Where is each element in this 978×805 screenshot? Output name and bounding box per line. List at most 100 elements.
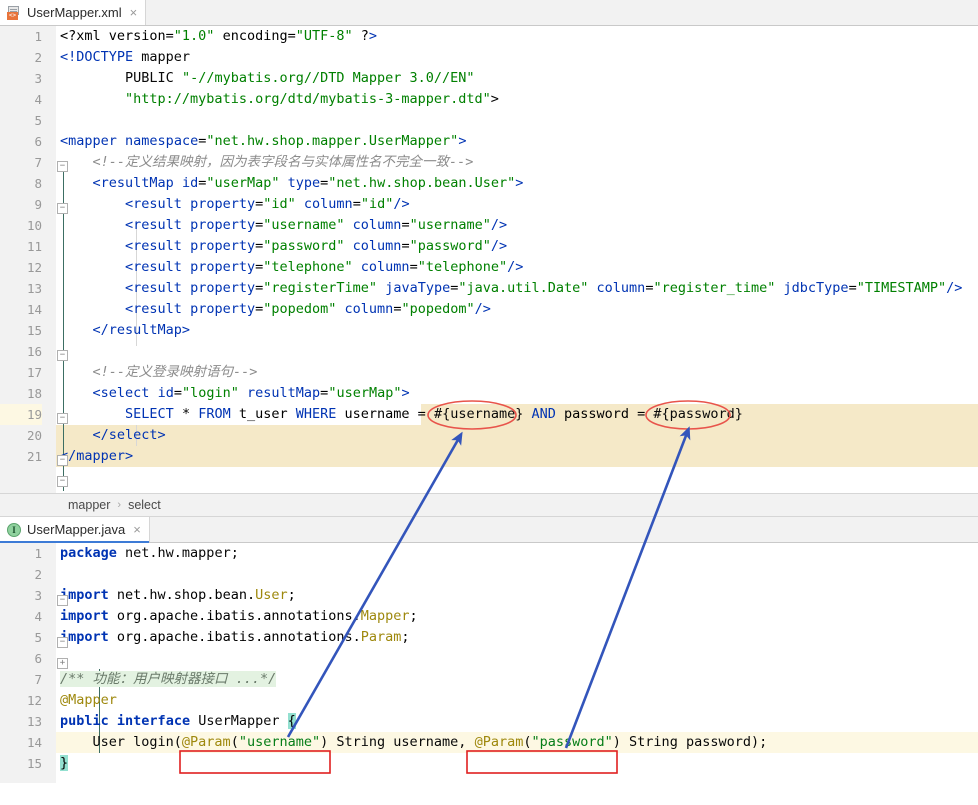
line-content: User login(@Param("username") String use… [92, 734, 768, 750]
line-number: 6 [34, 134, 42, 149]
line-number: 7 [34, 155, 42, 170]
tab-label: UserMapper.java [27, 522, 126, 537]
tab-usermapper-xml[interactable]: <> UserMapper.xml × [0, 0, 147, 25]
line-number: 5 [34, 630, 42, 645]
line-number: 4 [34, 92, 42, 107]
code-line[interactable]: 4 "http://mybatis.org/dtd/mybatis-3-mapp… [0, 89, 978, 110]
line-content: <?xml version="1.0" encoding="UTF-8" ?> [60, 28, 378, 44]
code-line[interactable]: 6 <mapper namespace="net.hw.shop.mapper.U… [0, 131, 978, 152]
line-number: 15 [26, 323, 42, 338]
code-line[interactable]: 5 import org.apache.ibatis.annotations.Pa… [0, 627, 978, 648]
code-line[interactable]: 13 public interface UserMapper { [0, 711, 978, 732]
code-line[interactable]: 7 <!--定义结果映射，因为表字段名与实体属性名不完全一致--> [0, 152, 978, 173]
tab-usermapper-java[interactable]: I UserMapper.java × [0, 517, 150, 543]
breadcrumb-item-select[interactable]: select [128, 498, 161, 512]
line-content: <select id="login" resultMap="userMap"> [92, 385, 410, 401]
line-number: 17 [26, 365, 42, 380]
line-number: 19 [0, 404, 42, 425]
line-number: 7 [34, 672, 42, 687]
tab-label: UserMapper.xml [27, 5, 122, 20]
line-number: 10 [26, 218, 42, 233]
code-line[interactable]: 9 <result property="id" column="id"/> [0, 194, 978, 215]
close-icon[interactable]: × [128, 6, 138, 19]
code-line[interactable]: 3 PUBLIC "-//mybatis.org//DTD Mapper 3.0… [0, 68, 978, 89]
fold-marker-line15[interactable]: − [57, 350, 68, 361]
chevron-right-icon: › [117, 499, 122, 511]
line-number: 16 [26, 344, 42, 359]
line-content: <!--定义结果映射，因为表字段名与实体属性名不完全一致--> [60, 154, 474, 170]
code-line[interactable]: 14 <result property="popedom" column="po… [0, 299, 978, 320]
line-number: 18 [26, 386, 42, 401]
fold-marker-line8[interactable]: − [57, 203, 68, 214]
code-line[interactable]: 3 import net.hw.shop.bean.User; [0, 585, 978, 606]
line-content: <!DOCTYPE mapper [60, 49, 191, 65]
xml-code-editor[interactable]: 1 <?xml version="1.0" encoding="UTF-8" ?>… [0, 26, 978, 493]
code-line[interactable]: 19 SELECT * FROM t_user WHERE username =… [0, 404, 978, 425]
xml-lines: 1 <?xml version="1.0" encoding="UTF-8" ?>… [0, 26, 978, 467]
line-content: <result property="id" column="id"/> [125, 196, 410, 212]
line-content: </select> [92, 427, 166, 443]
code-line[interactable]: 15} [0, 753, 978, 774]
line-number: 6 [34, 651, 42, 666]
line-content: <result property="username" column="user… [125, 217, 508, 233]
code-line[interactable]: 10 <result property="username" column="u… [0, 215, 978, 236]
code-line[interactable]: 1 <?xml version="1.0" encoding="UTF-8" ?> [0, 26, 978, 47]
code-line[interactable]: 1 package net.hw.mapper; [0, 543, 978, 564]
line-number: 8 [34, 176, 42, 191]
line-number: 13 [26, 714, 42, 729]
code-line[interactable]: 6 [0, 648, 978, 669]
line-number: 3 [34, 71, 42, 86]
line-content: } [60, 755, 69, 771]
fold-marker-line20[interactable]: − [57, 455, 68, 466]
code-line[interactable]: 2 [0, 564, 978, 585]
line-number: 4 [34, 609, 42, 624]
code-line[interactable]: 12 <result property="telephone" column="… [0, 257, 978, 278]
code-line[interactable]: 11 <result property="password" column="p… [0, 236, 978, 257]
line-content: </resultMap> [92, 322, 191, 338]
line-content: package net.hw.mapper; [60, 545, 239, 561]
close-icon[interactable]: × [131, 523, 141, 536]
java-interface-icon: I [7, 522, 21, 537]
code-line[interactable]: 15 </resultMap> [0, 320, 978, 341]
line-content: PUBLIC "-//mybatis.org//DTD Mapper 3.0//… [125, 70, 475, 86]
line-content: <mapper namespace="net.hw.shop.mapper.Us… [60, 133, 467, 149]
line-number: 20 [26, 428, 42, 443]
code-line[interactable]: 13 <result property="registerTime" javaT… [0, 278, 978, 299]
line-number: 11 [26, 239, 42, 254]
code-line[interactable]: 20 </select> [0, 425, 978, 446]
line-number: 14 [26, 302, 42, 317]
line-number: 15 [26, 756, 42, 771]
java-lines: 1 package net.hw.mapper; 2 3 import net.hw.s… [0, 543, 978, 774]
line-content: "http://mybatis.org/dtd/mybatis-3-mapper… [125, 91, 499, 107]
code-line[interactable]: 12 @Mapper [0, 690, 978, 711]
line-content: <result property="registerTime" javaType… [125, 280, 963, 296]
fold-marker-import-start[interactable]: − [57, 595, 68, 606]
fold-marker-javadoc[interactable]: + [57, 658, 68, 669]
code-line[interactable]: 18 <select id="login" resultMap="userMap… [0, 383, 978, 404]
fold-marker-line18[interactable]: − [57, 413, 68, 424]
code-line[interactable]: 7 /** 功能：用户映射器接口 ...*/ [0, 669, 978, 690]
code-line[interactable]: 17 <!--定义登录映射语句--> [0, 362, 978, 383]
breadcrumb-item-mapper[interactable]: mapper [68, 498, 110, 512]
code-line[interactable]: 4 import org.apache.ibatis.annotations.Ma… [0, 606, 978, 627]
line-number: 13 [26, 281, 42, 296]
line-number: 12 [26, 260, 42, 275]
line-content: SELECT * FROM t_user WHERE username = #{… [125, 406, 743, 422]
code-line[interactable]: 8 <resultMap id="userMap" type="net.hw.s… [0, 173, 978, 194]
code-line[interactable]: 16 [0, 341, 978, 362]
line-content: <result property="telephone" column="tel… [125, 259, 524, 275]
line-content: <result property="password" column="pass… [125, 238, 508, 254]
fold-marker-import-end[interactable]: − [57, 637, 68, 648]
fold-marker-line6[interactable]: − [57, 161, 68, 172]
code-line[interactable]: 21 </mapper> [0, 446, 978, 467]
java-tab-bar: I UserMapper.java × [0, 517, 978, 543]
code-line[interactable]: 2 <!DOCTYPE mapper [0, 47, 978, 68]
code-line[interactable]: 5 [0, 110, 978, 131]
line-number: 21 [26, 449, 42, 464]
line-number: 9 [34, 197, 42, 212]
java-code-editor[interactable]: 1 package net.hw.mapper; 2 3 import net.hw.s… [0, 543, 978, 783]
line-content: /** 功能：用户映射器接口 ...*/ [60, 671, 277, 687]
line-number: 3 [34, 588, 42, 603]
code-line[interactable]: 14 User login(@Param("username") String … [0, 732, 978, 753]
fold-marker-line21[interactable]: − [57, 476, 68, 487]
